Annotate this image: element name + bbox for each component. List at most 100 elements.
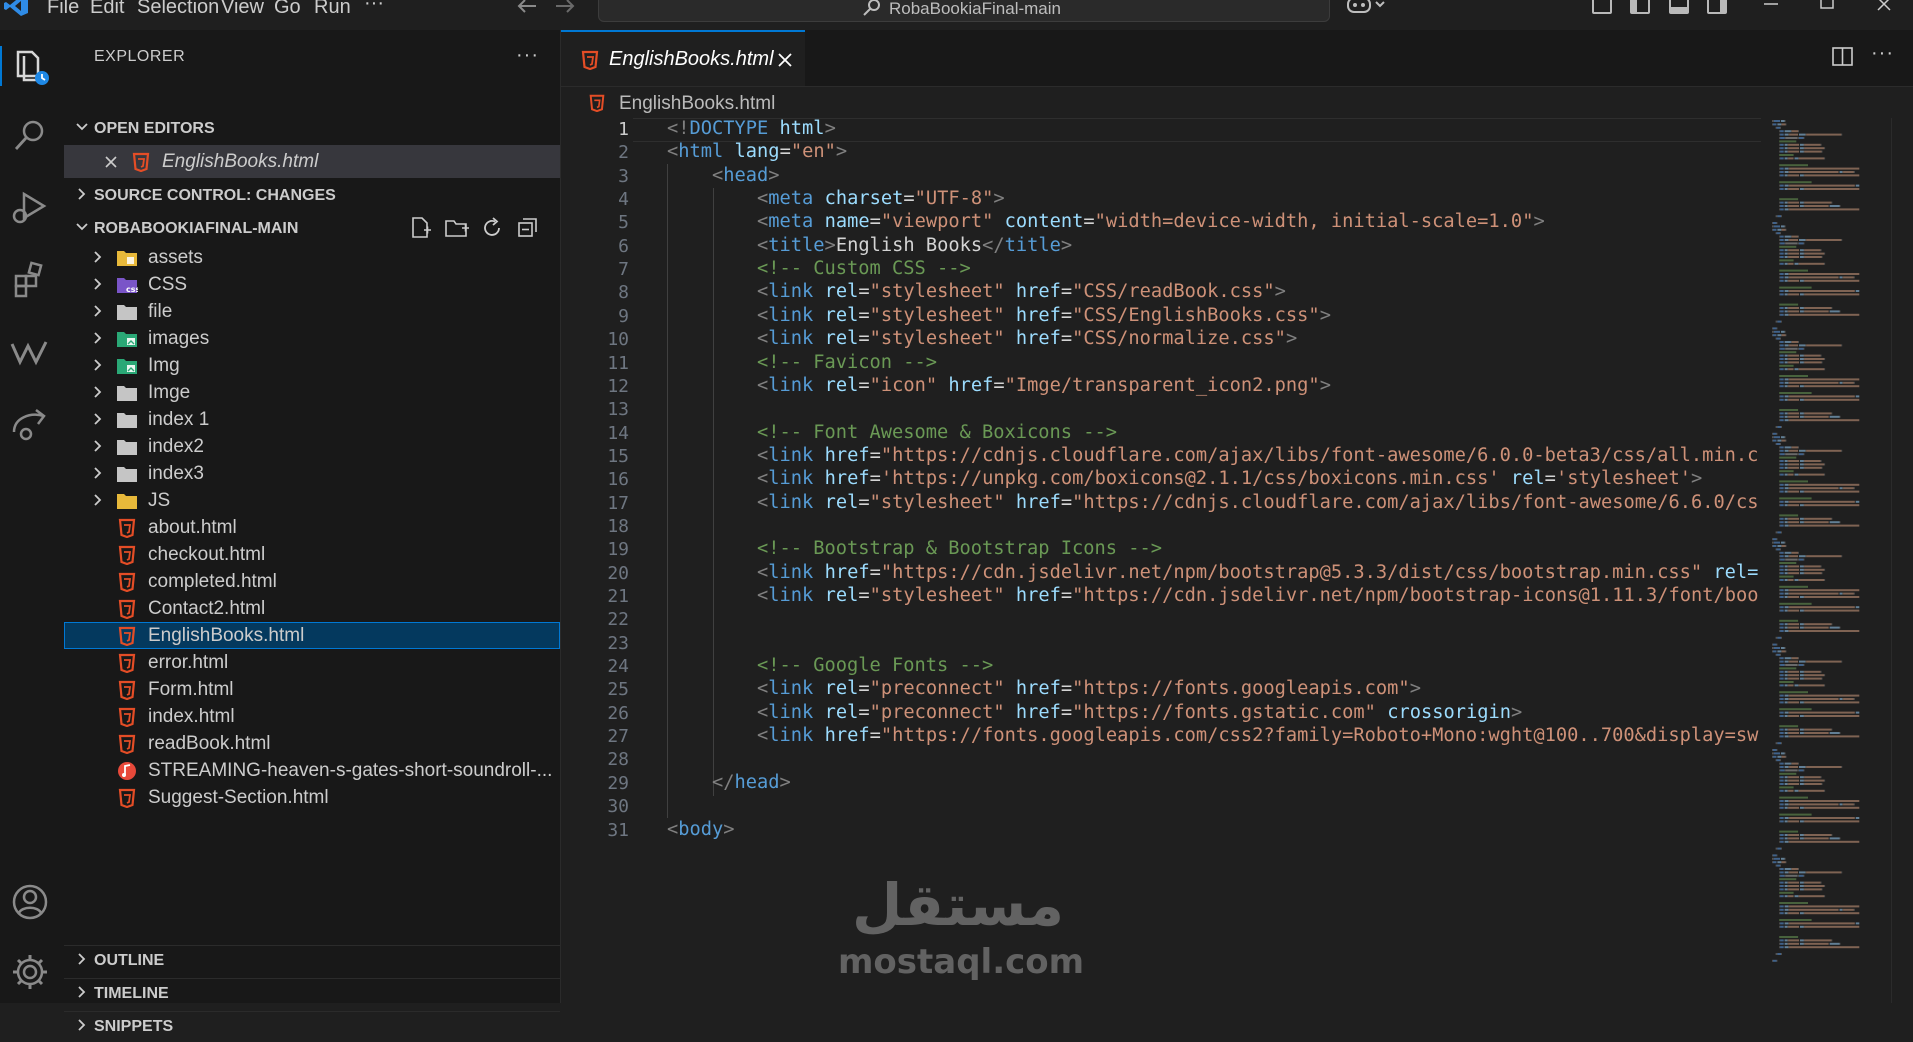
tree-folder[interactable]: Img — [64, 352, 560, 379]
open-editor-item[interactable]: EnglishBooks.html — [64, 145, 560, 178]
tree-file[interactable]: Contact2.html — [64, 595, 560, 622]
tree-folder[interactable]: index 1 — [64, 406, 560, 433]
tree-folder[interactable]: index3 — [64, 460, 560, 487]
minimap-line — [1772, 643, 1773, 646]
code-token: name — [824, 211, 870, 233]
menu-selection[interactable]: Selection — [137, 0, 219, 17]
accounts-icon[interactable] — [10, 882, 50, 922]
section-timeline[interactable]: TIMELINE — [64, 978, 560, 1009]
section-outline[interactable]: OUTLINE — [64, 945, 560, 976]
command-center-search[interactable]: RobaBookiaFinal-main — [598, 0, 1330, 22]
minimap-line — [1775, 443, 1777, 445]
tree-file[interactable]: Form.html — [64, 676, 560, 703]
menu-edit[interactable]: Edit — [90, 0, 124, 17]
minimap-line — [1784, 239, 1789, 241]
tree-file[interactable]: completed.html — [64, 568, 560, 595]
minimap-line — [1843, 908, 1854, 911]
new-folder-icon[interactable] — [444, 216, 470, 240]
customize-layout-icon[interactable] — [1592, 0, 1612, 14]
menu-run[interactable]: Run — [314, 0, 351, 17]
settings-gear-icon[interactable] — [10, 952, 50, 992]
minimap-line — [1803, 147, 1805, 150]
tree-file[interactable]: readBook.html — [64, 730, 560, 757]
tree-file[interactable]: EnglishBooks.html — [64, 622, 560, 649]
minimap-line — [1787, 674, 1789, 677]
minimap-line — [1787, 256, 1789, 258]
minimap-line — [1779, 198, 1799, 201]
toggle-primary-sidebar-icon[interactable] — [1630, 0, 1650, 14]
vertical-scrollbar[interactable] — [1891, 118, 1913, 1003]
close-tab-icon[interactable] — [777, 52, 793, 68]
new-file-icon[interactable] — [408, 216, 432, 240]
back-arrow-icon[interactable] — [516, 0, 538, 14]
toggle-secondary-sidebar-icon[interactable] — [1707, 0, 1727, 14]
tree-file[interactable]: checkout.html — [64, 541, 560, 568]
section-open-editors[interactable]: OPEN EDITORS — [64, 114, 560, 144]
tree-folder[interactable]: JS — [64, 487, 560, 514]
extensions-icon[interactable] — [10, 260, 50, 300]
editor-more-actions[interactable]: ··· — [1871, 42, 1894, 65]
minimap-line — [1788, 150, 1799, 153]
tree-folder[interactable]: css CSS — [64, 271, 560, 298]
toggle-panel-icon[interactable] — [1669, 0, 1689, 14]
tree-folder[interactable]: Imge — [64, 379, 560, 406]
close-icon[interactable] — [104, 155, 118, 169]
minimap-line — [1779, 725, 1799, 728]
live-share-icon[interactable] — [10, 404, 50, 444]
minimap-line — [1780, 551, 1784, 554]
tree-file[interactable]: error.html — [64, 649, 560, 676]
line-number: 1 — [618, 119, 629, 140]
minimap-line — [1779, 868, 1781, 870]
breadcrumb-file[interactable]: EnglishBooks.html — [619, 93, 775, 115]
tab-englishbooks[interactable]: EnglishBooks.html — [561, 30, 805, 86]
refresh-icon[interactable] — [480, 216, 504, 240]
close-window-icon[interactable] — [1875, 0, 1893, 12]
copilot-icon[interactable] — [1346, 0, 1386, 14]
minimap-line — [1784, 783, 1788, 785]
tree-folder[interactable]: index2 — [64, 433, 560, 460]
section-snippets[interactable]: SNIPPETS — [64, 1011, 560, 1042]
explorer-more-actions[interactable]: ··· — [516, 44, 539, 67]
minimap-line — [1779, 878, 1797, 881]
minimap-line — [1780, 912, 1784, 915]
tree-folder[interactable]: file — [64, 298, 560, 325]
minimap-line — [1779, 398, 1781, 401]
tree-file[interactable]: about.html — [64, 514, 560, 541]
tree-file[interactable]: index.html — [64, 703, 560, 730]
code-editor[interactable]: 1 <!DOCTYPE html> 2 <html lang="en"> 3 <head… — [561, 118, 1761, 1003]
tree-file[interactable]: STREAMING-heaven-s-gates-short-soundroll… — [64, 757, 560, 784]
run-debug-icon[interactable] — [10, 188, 50, 228]
menu-view[interactable]: View — [221, 0, 264, 17]
wallaby-icon[interactable] — [10, 332, 50, 372]
collapse-all-icon[interactable] — [516, 216, 540, 240]
minimap-line — [1776, 327, 1778, 330]
menu-go[interactable]: Go — [274, 0, 301, 17]
minimap-line — [1804, 143, 1821, 146]
minimap-line — [1780, 524, 1784, 527]
minimap-line — [1784, 313, 1789, 316]
minimap-line — [1789, 698, 1839, 700]
code-line: <link rel="icon" href="Imge/transparent_… — [667, 375, 1331, 396]
minimap-line — [1831, 201, 1833, 204]
tree-file[interactable]: Suggest-Section.html — [64, 784, 560, 811]
menu-more[interactable]: ··· — [364, 0, 384, 13]
minimap-line — [1803, 201, 1805, 204]
mostaql-watermark: مستقل mostaql.com — [838, 870, 1084, 1000]
minimap-line — [1787, 701, 1789, 704]
section-project[interactable]: ROBABOOKIAFINAL-MAIN — [64, 214, 560, 244]
maximize-icon[interactable] — [1818, 0, 1836, 12]
explorer-icon[interactable] — [10, 46, 50, 86]
search-view-icon[interactable] — [10, 116, 50, 156]
minimize-icon[interactable] — [1762, 0, 1780, 12]
tree-folder[interactable]: images — [64, 325, 560, 352]
split-editor-icon[interactable] — [1831, 46, 1855, 68]
code-token: "en" — [790, 141, 836, 163]
minimap-line — [1780, 779, 1784, 782]
menu-file[interactable]: File — [47, 0, 79, 17]
minimap[interactable] — [1766, 118, 1886, 1003]
forward-arrow-icon[interactable] — [554, 0, 576, 14]
section-source-control[interactable]: SOURCE CONTROL: CHANGES — [64, 181, 560, 211]
tree-folder[interactable]: assets — [64, 244, 560, 271]
minimap-line — [1788, 310, 1799, 313]
